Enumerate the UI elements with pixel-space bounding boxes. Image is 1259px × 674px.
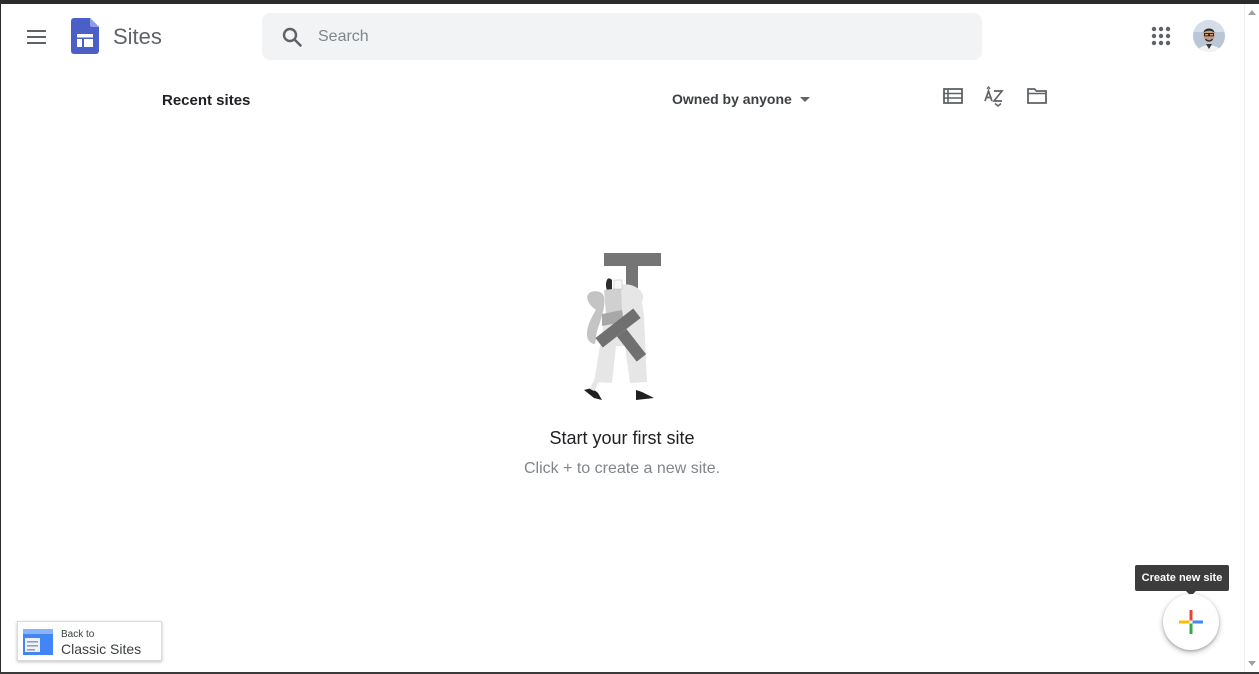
app-title: Sites — [113, 24, 162, 49]
main-menu-button[interactable] — [23, 24, 51, 50]
classic-sites-icon — [23, 629, 53, 655]
empty-state-illustration — [584, 253, 661, 400]
sites-logo-icon[interactable] — [71, 18, 99, 54]
section-title: Recent sites — [162, 92, 251, 109]
sort-az-icon[interactable] — [983, 85, 1005, 107]
chevron-down-icon — [799, 96, 810, 102]
classic-small-label: Back to — [61, 629, 95, 640]
search-input[interactable] — [318, 13, 958, 60]
plus-icon — [1179, 610, 1203, 634]
search-icon[interactable] — [280, 25, 304, 49]
search-bar[interactable] — [262, 13, 982, 60]
classic-big-label: Classic Sites — [61, 641, 142, 657]
create-site-tooltip: Create new site — [1135, 565, 1229, 591]
avatar[interactable] — [1193, 20, 1225, 52]
apps-grid-icon[interactable] — [1150, 25, 1172, 47]
empty-state-subtitle: Click + to create a new site. — [523, 460, 721, 477]
window-left-border — [0, 0, 1, 674]
scroll-down-arrow-icon[interactable] — [1248, 661, 1256, 666]
create-new-site-button[interactable] — [1163, 594, 1219, 650]
empty-state-title: Start your first site — [549, 428, 695, 448]
menu-icon — [27, 30, 46, 32]
back-to-classic-sites-button[interactable]: Back to Classic Sites — [17, 621, 162, 661]
owner-filter-dropdown[interactable]: Owned by anyone — [672, 89, 810, 109]
scroll-up-arrow-icon[interactable] — [1248, 10, 1256, 15]
folder-icon[interactable] — [1026, 85, 1048, 107]
owner-filter-label: Owned by anyone — [672, 91, 792, 107]
vertical-scrollbar[interactable] — [1244, 4, 1259, 672]
list-view-icon[interactable] — [942, 85, 964, 107]
window-top-border — [0, 0, 1259, 4]
